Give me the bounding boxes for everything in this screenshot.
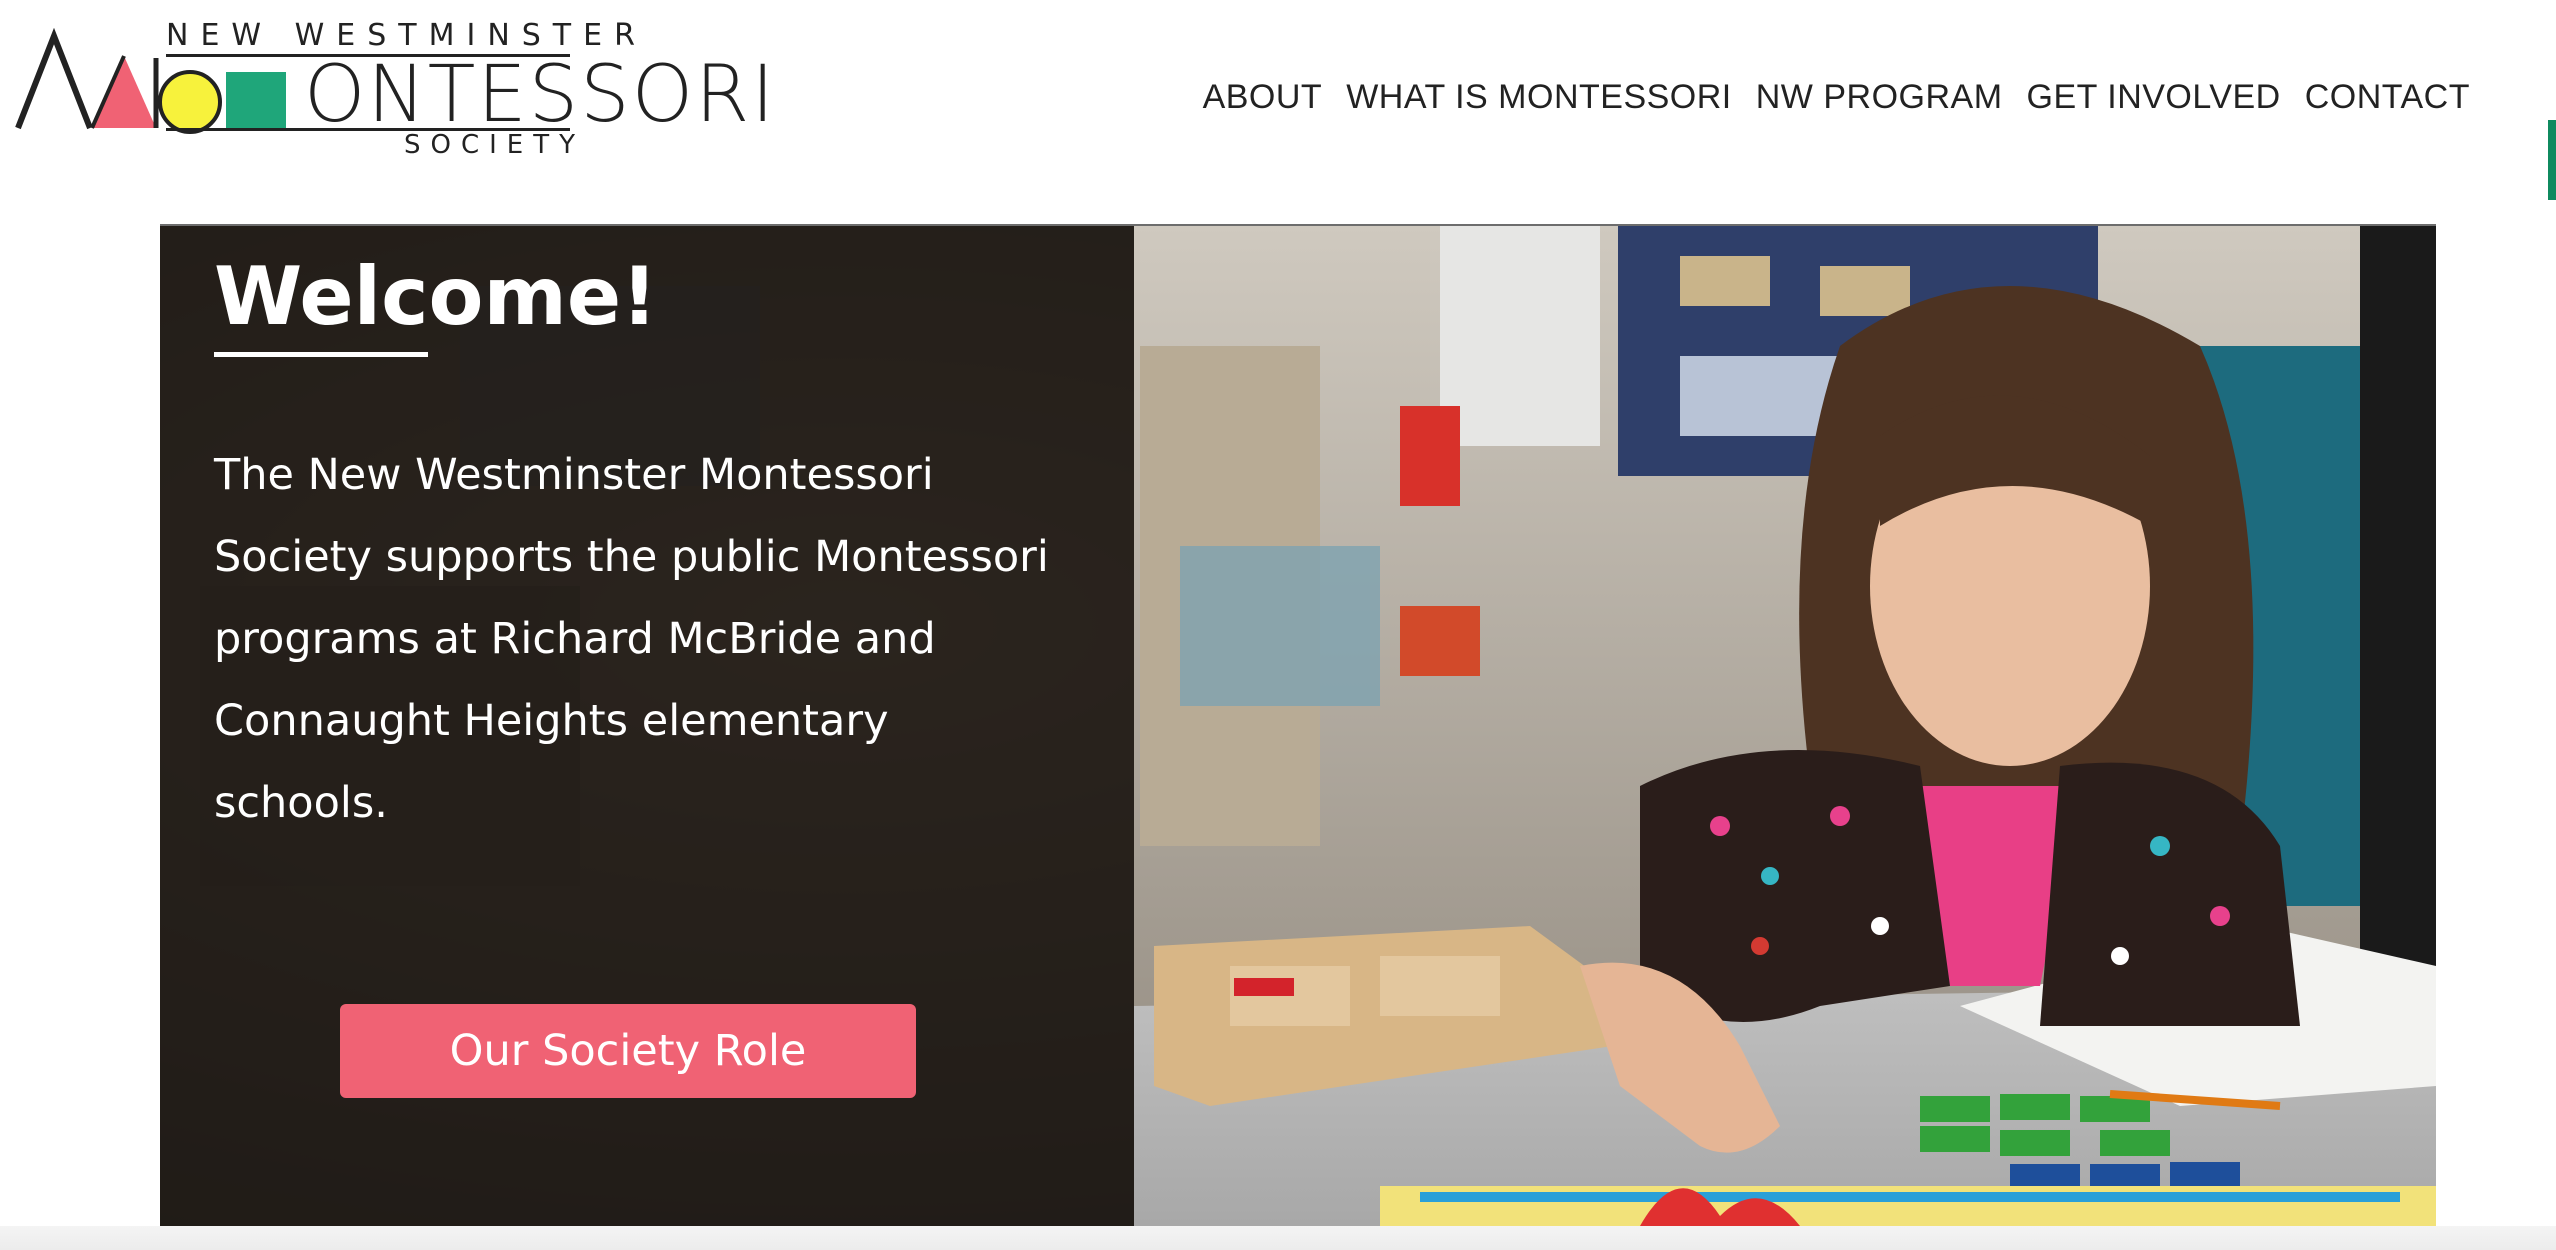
nav-item-nw-program[interactable]: NW PROGRAM [1756,78,2003,117]
site-logo[interactable]: NEW WESTMINSTER ONTESSORI SOCIETY [14,18,774,168]
hero-title: Welcome! [214,250,658,343]
logo-line-bottom: SOCIETY [404,130,585,160]
main-nav: ABOUT WHAT IS MONTESSORI NW PROGRAM GET … [1203,78,2470,117]
nav-item-get-involved[interactable]: GET INVOLVED [2027,78,2281,117]
logo-line-top: NEW WESTMINSTER [166,18,647,53]
our-society-role-button[interactable]: Our Society Role [340,1004,916,1098]
nav-item-contact[interactable]: CONTACT [2305,78,2470,117]
hero-description: The New Westminster Montessori Society s… [214,450,1049,828]
page: NEW WESTMINSTER ONTESSORI SOCIETY ABOUT … [0,0,2556,1250]
page-bottom-strip [0,1226,2556,1250]
nav-item-what-is-montessori[interactable]: WHAT IS MONTESSORI [1346,78,1732,117]
hero-banner: Welcome! The New Westminster Montessori … [160,226,2436,1226]
logo-wordmark: ONTESSORI [304,50,777,140]
nav-item-about[interactable]: ABOUT [1203,78,1323,117]
hero-title-underline [214,352,428,357]
scroll-edge-marker [2548,120,2556,200]
hero-text-panel: Welcome! The New Westminster Montessori … [160,226,1134,1226]
